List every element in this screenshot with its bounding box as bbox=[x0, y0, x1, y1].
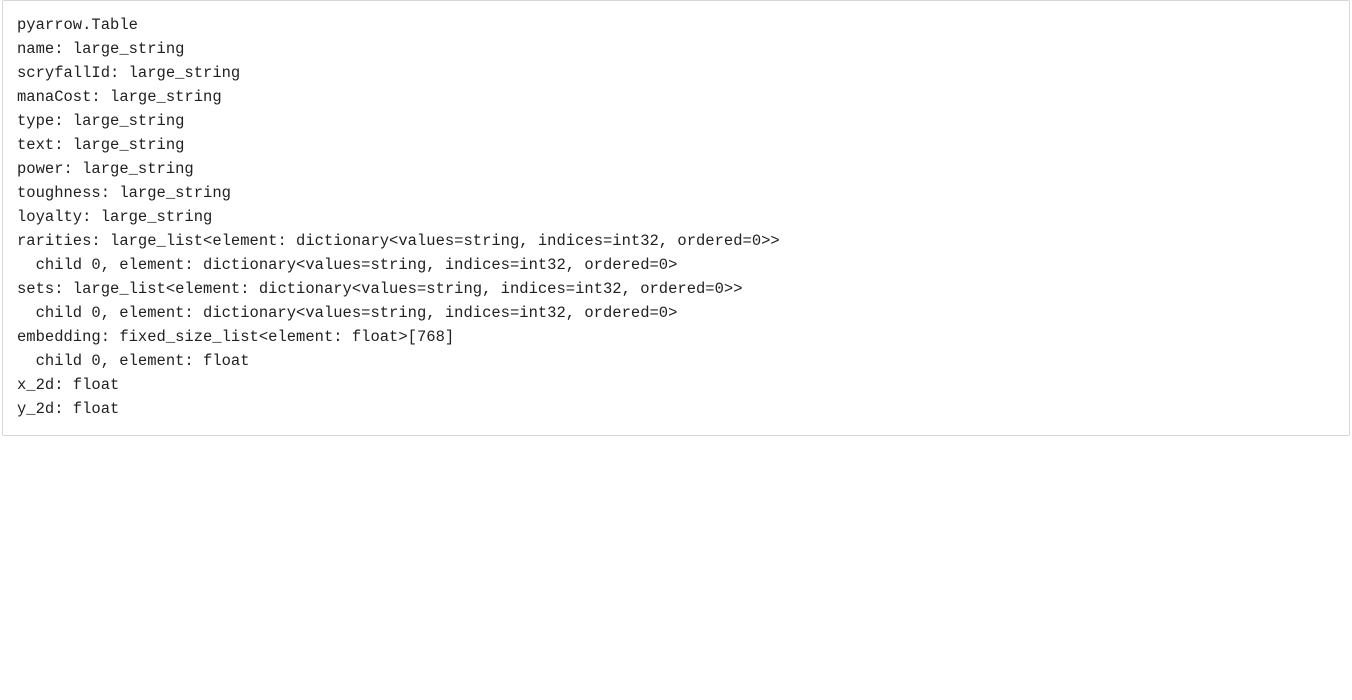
schema-child-line: child 0, element: float bbox=[17, 349, 1335, 373]
schema-child-line: child 0, element: dictionary<values=stri… bbox=[17, 253, 1335, 277]
schema-child-line: child 0, element: dictionary<values=stri… bbox=[17, 301, 1335, 325]
schema-line: loyalty: large_string bbox=[17, 205, 1335, 229]
schema-line: embedding: fixed_size_list<element: floa… bbox=[17, 325, 1335, 349]
schema-line: y_2d: float bbox=[17, 397, 1335, 421]
schema-line: type: large_string bbox=[17, 109, 1335, 133]
schema-line: pyarrow.Table bbox=[17, 13, 1335, 37]
schema-line: x_2d: float bbox=[17, 373, 1335, 397]
schema-line: text: large_string bbox=[17, 133, 1335, 157]
schema-line: name: large_string bbox=[17, 37, 1335, 61]
schema-line: sets: large_list<element: dictionary<val… bbox=[17, 277, 1335, 301]
schema-line: scryfallId: large_string bbox=[17, 61, 1335, 85]
schema-line: manaCost: large_string bbox=[17, 85, 1335, 109]
notebook-output-cell: pyarrow.Table name: large_string scryfal… bbox=[2, 0, 1350, 436]
schema-line: power: large_string bbox=[17, 157, 1335, 181]
schema-line: toughness: large_string bbox=[17, 181, 1335, 205]
schema-line: rarities: large_list<element: dictionary… bbox=[17, 229, 1335, 253]
